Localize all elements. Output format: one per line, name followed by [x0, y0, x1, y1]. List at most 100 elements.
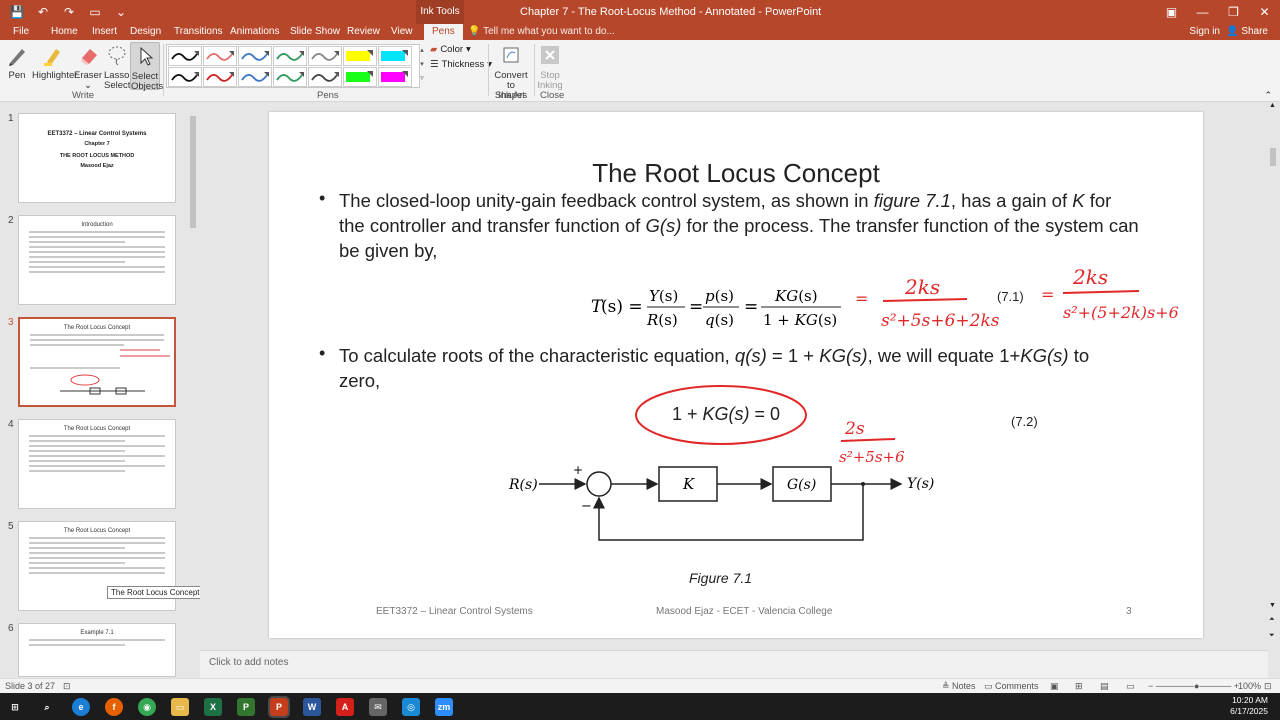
normal-view-icon[interactable]: ▣ [1050, 681, 1059, 692]
pen-swatch[interactable] [168, 46, 202, 66]
file-explorer-icon[interactable]: ▭ [171, 698, 189, 716]
sign-in-link[interactable]: Sign in [1189, 24, 1220, 39]
tab-pens[interactable]: Pens [424, 24, 463, 40]
close-icon[interactable]: ✕ [1249, 0, 1280, 24]
notes-toggle[interactable]: ≜ Notes [942, 681, 976, 692]
equation-7-1[interactable]: T(s) = Y(s) R(s) = p(s) q(s) = KG(s) 1 +… [591, 280, 851, 332]
pen-swatch[interactable] [343, 46, 377, 66]
acrobat-icon[interactable]: A [336, 698, 354, 716]
tab-file[interactable]: File [13, 24, 29, 40]
svg-text:=: = [689, 297, 703, 317]
ribbon-display-options-icon[interactable]: ▣ [1156, 0, 1187, 24]
comments-toggle[interactable]: ▭ Comments [984, 681, 1039, 692]
save-icon[interactable]: 💾 [8, 3, 26, 21]
convert-shapes-icon [498, 42, 524, 68]
ribbon-tabs: File Home Insert Design Transitions Anim… [0, 24, 1280, 40]
notes-pane[interactable]: Click to add notes [200, 650, 1268, 678]
thumbnail-slide-4[interactable]: 4 The Root Locus Concept [0, 419, 190, 511]
tab-review[interactable]: Review [347, 24, 380, 40]
tab-view[interactable]: View [391, 24, 413, 40]
block-diagram-figure-7-1[interactable]: R(s) + − K G(s) Y(s) [505, 458, 945, 550]
zoom-percentage[interactable]: 100% [1238, 681, 1261, 691]
tab-animations[interactable]: Animations [230, 24, 279, 40]
word-icon[interactable]: W [303, 698, 321, 716]
edge-icon[interactable]: e [72, 698, 90, 716]
thumbnail-slide-1[interactable]: 1 EET3372 – Linear Control Systems Chapt… [0, 113, 190, 205]
pen-button[interactable]: Pen [4, 42, 30, 81]
powerpoint-icon[interactable]: P [268, 696, 290, 718]
app-icon[interactable]: ✉ [369, 698, 387, 716]
undo-icon[interactable]: ↶ [34, 3, 52, 21]
teams-icon[interactable]: ◎ [402, 698, 420, 716]
pen-swatch[interactable] [378, 46, 412, 66]
firefox-icon[interactable]: f [105, 698, 123, 716]
pen-swatch[interactable] [238, 46, 272, 66]
pen-swatch[interactable] [378, 67, 412, 87]
share-button[interactable]: 👤 Share [1226, 24, 1268, 39]
collapse-ribbon-icon[interactable]: ⌃ [1264, 90, 1272, 101]
thumbnail-slide-5[interactable]: 5 The Root Locus Concept [0, 521, 190, 613]
slide-editing-area[interactable]: The Root Locus Concept • The closed-loop… [200, 102, 1268, 650]
slide-title[interactable]: The Root Locus Concept [269, 158, 1203, 189]
tell-me-search[interactable]: 💡 Tell me what you want to do... [468, 24, 615, 39]
reading-view-icon[interactable]: ▤ [1100, 681, 1109, 692]
scroll-down-icon[interactable]: ▼ [1269, 602, 1276, 609]
pens-gallery-scroll[interactable]: ▴ ▾ ▿ [418, 44, 426, 88]
slideshow-view-icon[interactable]: ▭ [1126, 681, 1135, 692]
redo-icon[interactable]: ↷ [60, 3, 78, 21]
zoom-slider[interactable]: − ──────●───── + [1148, 681, 1239, 691]
slide-sorter-icon[interactable]: ⊞ [1075, 681, 1083, 692]
eraser-button[interactable]: Eraser ⌄ [74, 42, 102, 91]
pen-swatch[interactable] [308, 67, 342, 87]
tab-insert[interactable]: Insert [92, 24, 117, 40]
search-icon[interactable]: ⌕ [38, 698, 56, 716]
windows-start-icon[interactable]: ⊞ [6, 698, 24, 716]
previous-slide-icon[interactable]: ⏶ [1269, 616, 1275, 624]
zoom-app-icon[interactable]: zm [435, 698, 453, 716]
tab-transitions[interactable]: Transitions [174, 24, 223, 40]
pen-swatch[interactable] [273, 67, 307, 87]
start-from-beginning-icon[interactable]: ▭ [86, 3, 104, 21]
paragraph-1[interactable]: The closed-loop unity-gain feedback cont… [339, 188, 1139, 263]
slide-scrollbar[interactable]: ▲ ▼ ⏶ ⏷ [1268, 102, 1278, 650]
pen-swatch[interactable] [273, 46, 307, 66]
spell-check-icon[interactable]: ⊡ [63, 681, 71, 692]
pen-swatch[interactable] [203, 67, 237, 87]
ink-annotation-eq1[interactable]: = 2ks s²+5s+6+2ks = 2ks s²+(5+2k)s+6 [849, 262, 1189, 338]
next-slide-icon[interactable]: ⏷ [1269, 632, 1275, 640]
tab-home[interactable]: Home [51, 24, 78, 40]
stop-inking-button[interactable]: Stop Inking [537, 42, 563, 91]
ink-a1-denominator: s²+5s+6+2ks [881, 311, 1000, 331]
tab-slide-show[interactable]: Slide Show [290, 24, 340, 40]
color-palette-icon: ▰ [430, 44, 438, 55]
thumbnail-slide-3[interactable]: 3 The Root Locus Concept [0, 317, 190, 409]
pen-swatch[interactable] [203, 46, 237, 66]
ink-a2-numerator: 2ks [1072, 265, 1108, 289]
pen-swatch[interactable] [238, 67, 272, 87]
pen-swatch[interactable] [343, 67, 377, 87]
pen-swatch[interactable] [168, 67, 202, 87]
select-objects-button[interactable]: Select Objects [130, 42, 163, 92]
scroll-up-icon[interactable]: ▲ [1269, 102, 1276, 109]
minimize-icon[interactable]: — [1187, 0, 1218, 24]
quick-access-toolbar: 💾 ↶ ↷ ▭ ⌄ [8, 3, 130, 21]
publisher-icon[interactable]: P [237, 698, 255, 716]
status-bar: Slide 3 of 27 ⊡ ≜ Notes ▭ Comments ▣ ⊞ ▤… [0, 678, 1280, 693]
system-clock[interactable]: 10:20 AM 6/17/2025 [1230, 695, 1268, 717]
input-label: R(s) [508, 477, 538, 493]
pen-swatch[interactable] [308, 46, 342, 66]
thumbnail-slide-2[interactable]: 2 Introduction [0, 215, 190, 307]
excel-icon[interactable]: X [204, 698, 222, 716]
fit-to-window-icon[interactable]: ⊡ [1264, 681, 1272, 692]
tab-design[interactable]: Design [130, 24, 161, 40]
highlighter-button[interactable]: Highlighter [32, 42, 77, 81]
figure-caption: Figure 7.1 [689, 570, 753, 586]
lasso-select-button[interactable]: Lasso Select [104, 42, 130, 91]
thickness-dropdown[interactable]: ☰ Thickness ▾ [430, 59, 492, 70]
color-dropdown[interactable]: ▰ Color ▾ [430, 44, 471, 55]
chrome-icon[interactable]: ◉ [138, 698, 156, 716]
customize-qat-icon[interactable]: ⌄ [112, 3, 130, 21]
equation-7-2[interactable]: 1 + KG(s) = 0 [672, 402, 780, 427]
restore-icon[interactable]: ❐ [1218, 0, 1249, 24]
slide-3[interactable]: The Root Locus Concept • The closed-loop… [269, 112, 1203, 638]
